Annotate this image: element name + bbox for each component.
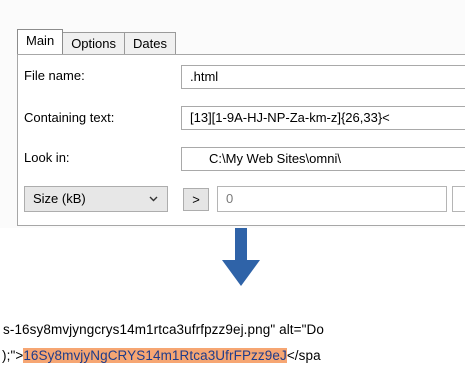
result-line-2-prefix: );"> [2,348,24,363]
result-line-2: );">16Sy8mvjyNgCRYS14m1Rtca3UfrFPzz9eJ</… [2,348,321,363]
search-dialog: Main Options Dates File name: .html Cont… [0,0,465,228]
containing-text-label: Containing text: [24,110,115,125]
arrow-down-icon [222,228,260,286]
size-value-input-secondary[interactable] [452,186,465,212]
size-value-input[interactable]: 0 [217,186,447,212]
tab-options[interactable]: Options [62,32,125,54]
result-line-1: s-16sy8mvjyngcrys14m1rtca3ufrfpzz9ej.png… [3,322,324,337]
look-in-input[interactable]: C:\My Web Sites\omni\ [181,147,465,171]
tab-strip: Main Options Dates [17,29,176,54]
size-unit-label: Size (kB) [33,191,86,206]
matched-address-highlight: 16Sy8mvjyNgCRYS14m1Rtca3UfrFPzz9eJ [23,348,287,363]
containing-text-input[interactable]: [13][1-9A-HJ-NP-Za-km-z]{26,33}< [181,106,465,130]
tab-dates[interactable]: Dates [124,32,176,54]
chevron-down-icon [149,196,158,202]
tab-main[interactable]: Main [17,29,64,54]
look-in-label: Look in: [24,150,70,165]
size-unit-select[interactable]: Size (kB) [24,186,168,212]
file-name-input[interactable]: .html [181,65,465,89]
result-line-2-suffix: </spa [286,348,321,363]
comparison-operator-button[interactable]: > [183,188,209,211]
file-name-label: File name: [24,68,85,83]
